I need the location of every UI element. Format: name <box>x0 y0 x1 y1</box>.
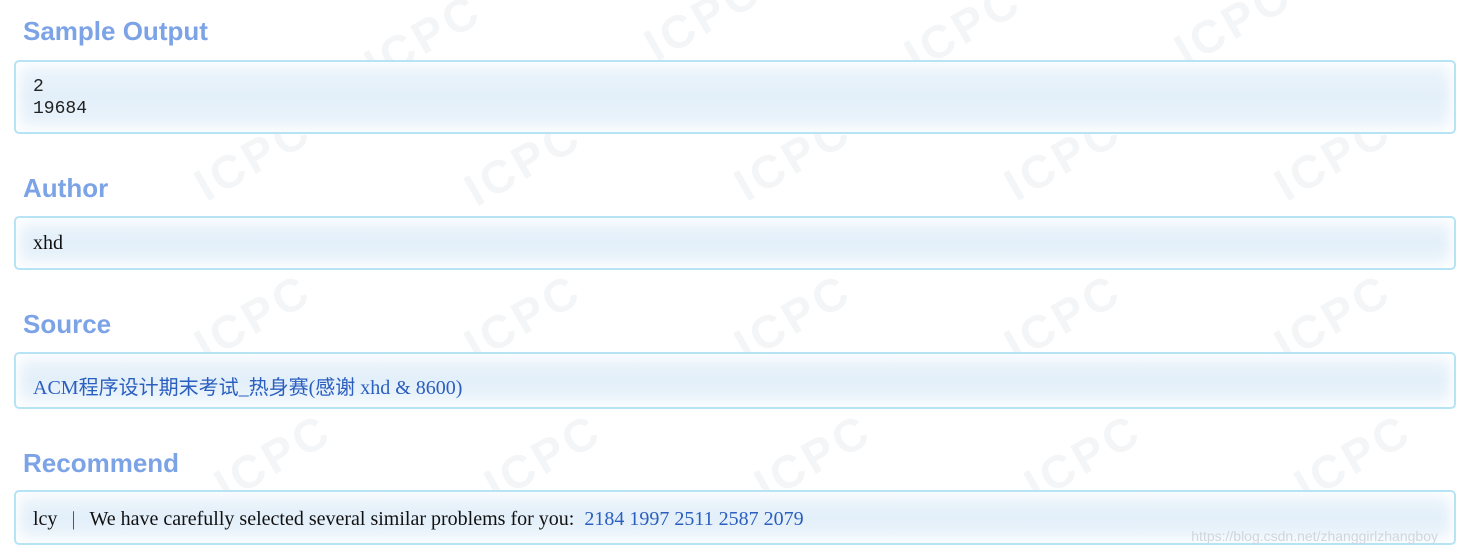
similar-problem-link[interactable]: 2587 <box>719 508 759 530</box>
blog-url-watermark: https://blog.csdn.net/zhanggirlzhangboy <box>1191 528 1438 544</box>
similar-problem-link[interactable]: 2079 <box>764 508 804 530</box>
source-link[interactable]: ACM程序设计期末考试_热身赛(感谢 xhd & 8600) <box>33 371 462 400</box>
recommend-line: lcy | We have carefully selected several s… <box>33 508 809 531</box>
separator: | <box>71 508 76 530</box>
source-panel: ACM程序设计期末考试_热身赛(感谢 xhd & 8600) <box>14 352 1456 409</box>
similar-problem-link[interactable]: 1997 <box>629 508 669 530</box>
recommend-intro: We have carefully selected several simil… <box>89 508 575 530</box>
author-name: xhd <box>33 232 63 254</box>
sample-output-panel: 2 19684 <box>14 60 1456 134</box>
sample-output-heading: Sample Output <box>23 16 208 46</box>
author-heading: Author <box>23 173 109 203</box>
sample-output-line: 19684 <box>33 99 88 119</box>
author-panel: xhd <box>14 216 1456 270</box>
recommend-heading: Recommend <box>23 448 180 478</box>
source-heading: Source <box>23 309 112 339</box>
sample-output-line: 2 <box>33 77 44 97</box>
similar-problem-link[interactable]: 2184 <box>584 508 624 530</box>
similar-problem-link[interactable]: 2511 <box>674 508 713 530</box>
recommender-name: lcy <box>33 508 58 530</box>
